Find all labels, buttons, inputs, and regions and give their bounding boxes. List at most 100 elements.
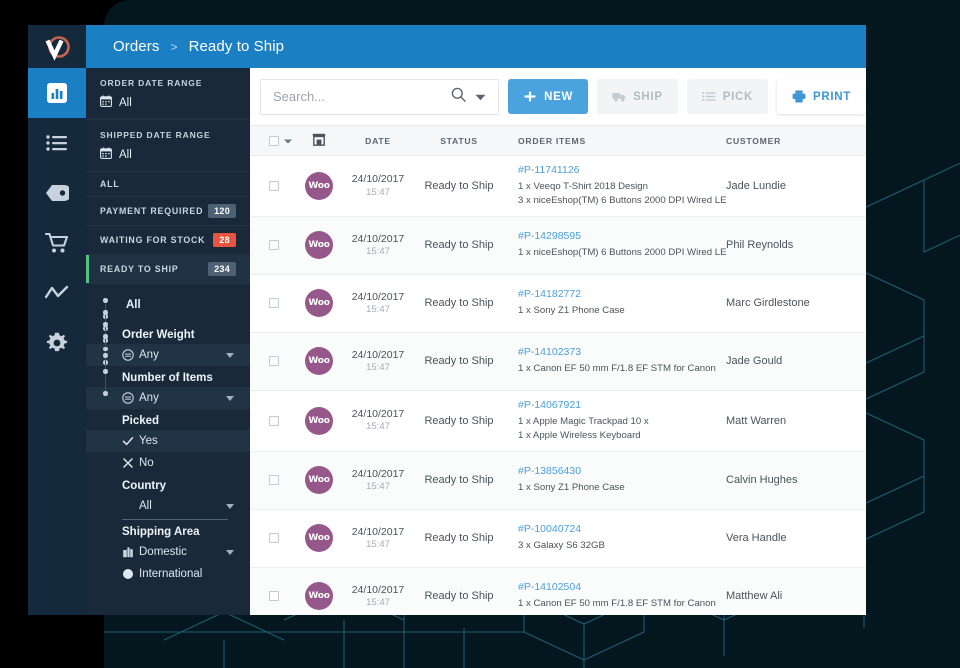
row-checkbox[interactable] <box>269 180 279 191</box>
filter-option-all[interactable]: All <box>86 495 250 517</box>
rail-item-orders-list[interactable] <box>28 118 86 168</box>
print-button[interactable]: PRINT <box>777 79 866 114</box>
column-header-customer[interactable]: CUSTOMER <box>726 136 866 146</box>
order-date: 24/10/2017 <box>351 348 405 361</box>
filter-group-title: Shipping Area <box>122 526 200 538</box>
row-checkbox[interactable] <box>269 240 279 251</box>
order-id-link[interactable]: #P-11741126 <box>518 164 726 176</box>
status-filter-all[interactable]: ALL <box>86 172 250 197</box>
row-select-cell <box>250 415 296 426</box>
customer-name: Matthew Ali <box>726 590 783 603</box>
row-checkbox[interactable] <box>269 533 279 544</box>
rail-item-dashboard[interactable] <box>28 68 86 118</box>
status-filter-ready-to-ship[interactable]: READY TO SHIP 234 <box>86 255 250 284</box>
row-select-cell <box>250 298 296 309</box>
filter-option-any[interactable]: Any <box>86 387 250 409</box>
new-button[interactable]: NEW <box>508 79 589 114</box>
table-row[interactable]: Woo 24/10/2017 15:47 Ready to Ship #P-100407… <box>250 509 866 568</box>
order-date-cell: 24/10/2017 15:47 <box>342 348 414 375</box>
status-filter-label: READY TO SHIP <box>100 264 179 274</box>
status-filter-label: ALL <box>100 179 120 189</box>
order-id-link[interactable]: #P-14102373 <box>518 346 726 358</box>
order-date: 24/10/2017 <box>351 583 405 596</box>
status-filter-payment-required[interactable]: PAYMENT REQUIRED 120 <box>86 197 250 226</box>
filter-option-international[interactable]: International <box>86 563 250 585</box>
subfilter-all-label[interactable]: All <box>86 295 250 323</box>
customer-name: Vera Handle <box>726 532 787 545</box>
order-items-cell: #P-13856430 1 x Sony Z1 Phone Case <box>504 457 726 503</box>
filter-option-domestic[interactable]: Domestic <box>86 541 250 563</box>
order-id-link[interactable]: #P-14067921 <box>518 399 726 411</box>
select-all-checkbox[interactable] <box>269 135 279 146</box>
order-id-link[interactable]: #P-14102504 <box>518 581 726 593</box>
woocommerce-avatar: Woo <box>305 406 333 435</box>
table-row[interactable]: Woo 24/10/2017 15:47 Ready to Ship #P-142985… <box>250 216 866 275</box>
row-checkbox[interactable] <box>269 591 279 602</box>
order-id-link[interactable]: #P-10040724 <box>518 523 726 535</box>
woo-logo-text: Woo <box>308 240 330 251</box>
order-time: 15:47 <box>366 596 390 608</box>
filter-order-date-range[interactable]: ORDER DATE RANGE All <box>86 68 250 120</box>
table-row[interactable]: Woo 24/10/2017 15:47 Ready to Ship #P-141827… <box>250 274 866 333</box>
chevron-down-icon[interactable] <box>226 549 234 555</box>
column-header-date[interactable]: DATE <box>342 136 414 146</box>
building-icon <box>122 546 139 558</box>
search-icon[interactable] <box>451 87 466 107</box>
order-date-cell: 24/10/2017 15:47 <box>342 525 414 552</box>
woocommerce-avatar: Woo <box>305 171 333 200</box>
row-checkbox[interactable] <box>269 415 279 426</box>
column-header-order-items[interactable]: ORDER ITEMS <box>504 136 726 146</box>
table-row[interactable]: Woo 24/10/2017 15:47 Ready to Ship #P-140679… <box>250 390 866 452</box>
woo-logo-text: Woo <box>308 356 330 367</box>
orders-main-panel: Search... NEW SHIP PICK PRINT DATE STATU… <box>250 68 866 615</box>
filter-option-no[interactable]: No <box>86 452 250 474</box>
order-id-link[interactable]: #P-14298595 <box>518 230 726 242</box>
customer-name: Matt Warren <box>726 414 787 427</box>
breadcrumb-orders[interactable]: Orders <box>113 38 159 55</box>
order-time: 15:47 <box>366 245 390 257</box>
chevron-down-icon[interactable] <box>226 503 234 509</box>
column-header-status[interactable]: STATUS <box>414 136 504 146</box>
table-row[interactable]: Woo 24/10/2017 15:47 Ready to Ship #P-141023… <box>250 332 866 391</box>
table-row[interactable]: Woo 24/10/2017 15:47 Ready to Ship #P-141025… <box>250 567 866 615</box>
table-row[interactable]: Woo 24/10/2017 15:47 Ready to Ship #P-117411… <box>250 156 866 217</box>
row-checkbox[interactable] <box>269 298 279 309</box>
rail-item-purchasing[interactable] <box>28 218 86 268</box>
pick-button[interactable]: PICK <box>686 79 768 114</box>
order-items-cell: #P-14182772 1 x Sony Z1 Phone Case <box>504 280 726 326</box>
list-icon <box>701 90 716 103</box>
woocommerce-avatar: Woo <box>305 231 333 260</box>
order-time: 15:47 <box>366 421 390 433</box>
status-badge: Ready to Ship <box>424 239 494 252</box>
table-row[interactable]: Woo 24/10/2017 15:47 Ready to Ship #P-138564… <box>250 451 866 510</box>
filter-shipped-date-range[interactable]: SHIPPED DATE RANGE All <box>86 120 250 172</box>
search-input[interactable]: Search... <box>260 78 500 115</box>
search-dropdown-icon[interactable] <box>475 88 486 106</box>
order-item-line: 1 x Sony Z1 Phone Case <box>518 305 625 317</box>
status-filter-waiting-for-stock[interactable]: WAITING FOR STOCK 28 <box>86 226 250 255</box>
filter-option-yes[interactable]: Yes <box>86 430 250 452</box>
row-select-cell <box>250 180 296 191</box>
rail-item-reports[interactable] <box>28 268 86 318</box>
ship-button[interactable]: SHIP <box>597 79 678 114</box>
filter-option-any[interactable]: Any <box>86 344 250 366</box>
status-badge: Ready to Ship <box>424 355 494 368</box>
order-items-cell: #P-10040724 3 x Galaxy S6 32GB <box>504 515 726 561</box>
plus-icon <box>523 90 537 103</box>
order-status-filter-list: ALL PAYMENT REQUIRED 120 WAITING FOR STOCK 2… <box>86 172 250 284</box>
chevron-down-icon[interactable] <box>226 395 234 401</box>
sales-channel-cell: Woo <box>296 524 342 553</box>
row-select-cell <box>250 356 296 367</box>
veeqo-logo[interactable] <box>28 25 86 68</box>
row-checkbox[interactable] <box>269 475 279 486</box>
row-checkbox[interactable] <box>269 356 279 367</box>
row-select-cell <box>250 240 296 251</box>
order-id-link[interactable]: #P-13856430 <box>518 465 726 477</box>
chevron-down-icon[interactable] <box>284 136 292 146</box>
rail-item-products[interactable] <box>28 168 86 218</box>
filter-group-title: Country <box>122 480 167 492</box>
chevron-down-icon[interactable] <box>226 352 234 358</box>
rail-item-settings[interactable] <box>28 318 86 368</box>
order-id-link[interactable]: #P-14182772 <box>518 288 726 300</box>
order-time: 15:47 <box>366 538 390 550</box>
